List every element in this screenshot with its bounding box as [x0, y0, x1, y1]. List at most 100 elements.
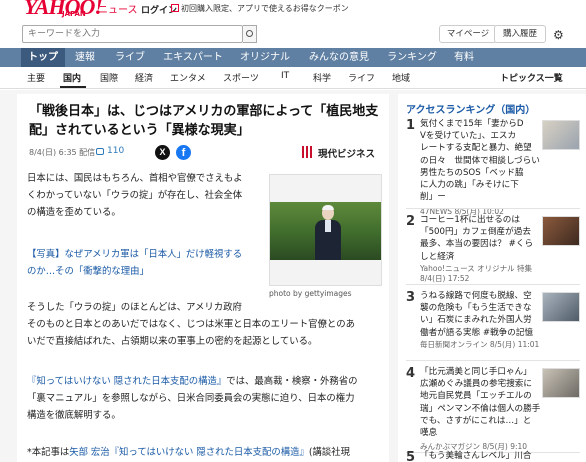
footnote-rest: (講談社現 — [308, 447, 351, 458]
rank-headline[interactable]: 気付くまで15年「妻からD Vを受けていた」、エスカ レートする支配と暴力、絶望… — [420, 118, 542, 203]
rank-thumbnail[interactable] — [542, 368, 580, 398]
photo-caption: photo by gettyimages — [269, 289, 352, 298]
article-photo[interactable] — [269, 174, 382, 286]
headline-line: 嘆息 — [420, 428, 438, 439]
gear-icon[interactable]: ⚙ — [553, 28, 564, 42]
headline-line: 「500円」カフェ倒産が過去 — [420, 227, 531, 238]
ranking-item[interactable]: 5 「もう美輪さんレベル」川合 — [398, 450, 586, 462]
rank-thumbnail[interactable] — [542, 292, 580, 322]
category-it[interactable]: IT — [281, 71, 289, 81]
rank-headline[interactable]: うねる線路で何度も脱線、空 襲の危険も「もう生活できな い」石炭にまみれた外国人… — [420, 290, 542, 339]
headline-line: に人力の跳」「みそけに下 — [420, 180, 519, 191]
headline-line: でも、さすがにこれは…」と — [420, 415, 532, 426]
facebook-share-icon[interactable]: f — [176, 145, 191, 160]
headline-line: 地元自民党員「エッチエルの — [420, 391, 532, 402]
ranking-item[interactable]: 1 気付くまで15年「妻からD Vを受けていた」、エスカ レートする支配と暴力、… — [398, 118, 586, 216]
mypage-button[interactable]: マイページ — [439, 25, 497, 43]
comment-icon[interactable] — [96, 148, 104, 155]
text-line: そのものと日本とのあいだではなく、じつは米軍と日本のエリート官僚とのあ — [27, 319, 355, 330]
category-nav: 主要 国内 国際 経済 エンタメ スポーツ IT 科学 ライフ 地域 トピックス… — [0, 67, 586, 89]
publisher-name[interactable]: 現代ビジネス — [318, 146, 375, 160]
search-icon — [246, 30, 253, 37]
article-title-line: 配」されているという「異様な現実」 — [29, 123, 250, 138]
headline-line: 「比元満美と同じ手口ゃん」 — [420, 367, 532, 377]
rank-thumbnail[interactable] — [542, 120, 580, 150]
category-economy[interactable]: 経済 — [135, 71, 153, 84]
category-sports[interactable]: スポーツ — [223, 71, 259, 84]
nav-expert[interactable]: エキスパート — [160, 48, 226, 67]
ranking-item[interactable]: 4 「比元満美と同じ手口ゃん」 広瀬めぐみ議員の参宅捜索に 地元自民党員「エッチ… — [398, 366, 586, 452]
headline-line: 広瀬めぐみ議員の参宅捜索に — [420, 379, 532, 390]
nav-live[interactable]: ライブ — [110, 48, 150, 67]
text-line: そうした「ウラの掟」のほとんどは、アメリカ政府 — [27, 302, 242, 313]
text-line: くわかっていない「ウラの掟」が存在し、社会全体 — [27, 190, 243, 201]
text-line: いだで直接結ばれた、占領期以来の軍事上の密約を起源としている。 — [27, 336, 318, 347]
headline-line: 男性たちのSOS「ベッド脇 — [420, 167, 524, 178]
headline-line: 「もう美輪さんレベル」川合 — [420, 451, 532, 461]
link-line[interactable]: 【写真】なぜアメリカ軍は「日本人」だけ軽視する — [27, 246, 265, 263]
article-title-line: 「戦後日本」は、じつはアメリカの軍部によって「植民地支 — [29, 104, 379, 119]
book-link[interactable]: 『知ってはいけない 隠された日本支配の構造』 — [27, 376, 226, 387]
category-domestic[interactable]: 国内 — [63, 71, 81, 84]
headline-line: 削」ー — [420, 192, 446, 203]
promo-text: 初回購入限定、アプリで使えるお得なクーポン — [181, 4, 349, 13]
service-name[interactable]: ニュース — [98, 1, 138, 16]
headline-line: 最多、本当の要因は？ #くら — [420, 239, 534, 250]
nav-original[interactable]: オリジナル — [236, 48, 294, 67]
headline-line: しと経済 — [420, 251, 455, 262]
nav-breaking[interactable]: 速報 — [68, 48, 102, 67]
nav-paid[interactable]: 有料 — [446, 48, 482, 67]
text-line: 『知ってはいけない 隠された日本支配の構造』では、最高裁・検察・外務省の — [27, 373, 383, 390]
rank-headline[interactable]: 「比元満美と同じ手口ゃん」 広瀬めぐみ議員の参宅捜索に 地元自民党員「エッチエル… — [420, 366, 542, 439]
headline-line: の日々 世間体で相談しづらい — [420, 155, 540, 166]
publisher-logo-icon — [302, 146, 314, 158]
nav-opinions[interactable]: みんなの意見 — [304, 48, 374, 67]
nav-ranking[interactable]: ランキング — [384, 48, 440, 67]
category-main[interactable]: 主要 — [27, 71, 45, 84]
ranking-title: アクセスランキング（国内） — [406, 105, 536, 116]
divider — [406, 208, 580, 209]
photo-link[interactable]: 【写真】なぜアメリカ軍は「日本人」だけ軽視する のか…その「衝撃的な理由」 — [27, 246, 265, 280]
rank-thumbnail[interactable] — [542, 216, 580, 246]
topics-list-link[interactable]: トピックス一覧 — [500, 71, 563, 84]
text-span: では、最高裁・検察・外務省の — [226, 376, 358, 387]
rank-source: 毎日新聞オンライン 8/5(月) 11:01 — [420, 340, 540, 349]
category-life[interactable]: ライフ — [348, 71, 375, 84]
rank-number: 5 — [406, 450, 416, 462]
text-line: 日本には、国民はもちろん、首相や官僚でさえもよ — [27, 173, 243, 184]
nav-top[interactable]: トップ — [21, 48, 65, 67]
active-category-indicator — [60, 86, 86, 88]
rank-headline[interactable]: コーヒー1杯に出せるのは 「500円」カフェ倒産が過去 最多、本当の要因は？ #… — [420, 214, 542, 263]
article-date: 8/4(日) 6:35 配信 — [29, 148, 96, 157]
headline-line: Vを受けていた」、エスカ — [420, 131, 517, 142]
search-input[interactable] — [22, 25, 243, 43]
headline-line: うねる線路で何度も脱線、空 — [420, 291, 532, 301]
rank-number: 3 — [406, 290, 416, 305]
headline-line: 襲の危険も「もう生活できな — [420, 303, 532, 314]
rank-headline[interactable]: 「もう美輪さんレベル」川合 — [420, 450, 542, 462]
category-science[interactable]: 科学 — [313, 71, 331, 84]
x-share-icon[interactable]: X — [155, 145, 170, 160]
paragraph-1: 日本には、国民はもちろん、首相や官僚でさえもよ くわかっていない「ウラの掟」が存… — [27, 170, 265, 221]
rank-number: 2 — [406, 214, 416, 229]
photo-person-shirt — [325, 220, 331, 232]
article-title: 「戦後日本」は、じつはアメリカの軍部によって「植民地支 配」されているという「異… — [29, 102, 381, 140]
ranking-item[interactable]: 2 コーヒー1杯に出せるのは 「500円」カフェ倒産が過去 最多、本当の要因は？… — [398, 214, 586, 284]
promo-banner[interactable]: 初回購入限定、アプリで使えるお得なクーポン — [171, 3, 349, 14]
headline-line: 働者が語る実態 #戦争の記憶 — [420, 327, 534, 338]
rank-number: 4 — [406, 366, 416, 381]
footnote-link[interactable]: 矢部 宏治『知ってはいけない 隠された日本支配の構造』 — [69, 447, 309, 458]
search-button[interactable] — [243, 25, 257, 43]
article: 「戦後日本」は、じつはアメリカの軍部によって「植民地支 配」されているという「異… — [17, 94, 389, 462]
headline-line: レートする支配と暴力、絶望 — [420, 143, 532, 154]
paragraph-3: 『知ってはいけない 隠された日本支配の構造』では、最高裁・検察・外務省の 「裏マ… — [27, 373, 383, 424]
link-line[interactable]: のか…その「衝撃的な理由」 — [27, 263, 265, 280]
category-entertainment[interactable]: エンタメ — [170, 71, 206, 84]
category-international[interactable]: 国際 — [100, 71, 118, 84]
comment-count[interactable]: 110 — [107, 146, 124, 156]
category-regional[interactable]: 地域 — [392, 71, 410, 84]
global-header: YAHOO! JAPAN ニュース ログイン 初回購入限定、アプリで使えるお得な… — [0, 0, 586, 22]
headline-line: 瑞」ペンマン不倫は個人の勝手 — [420, 403, 541, 414]
ranking-item[interactable]: 3 うねる線路で何度も脱線、空 襲の危険も「もう生活できな い」石炭にまみれた外… — [398, 290, 586, 360]
purchase-history-button[interactable]: 購入履歴 — [494, 25, 546, 43]
